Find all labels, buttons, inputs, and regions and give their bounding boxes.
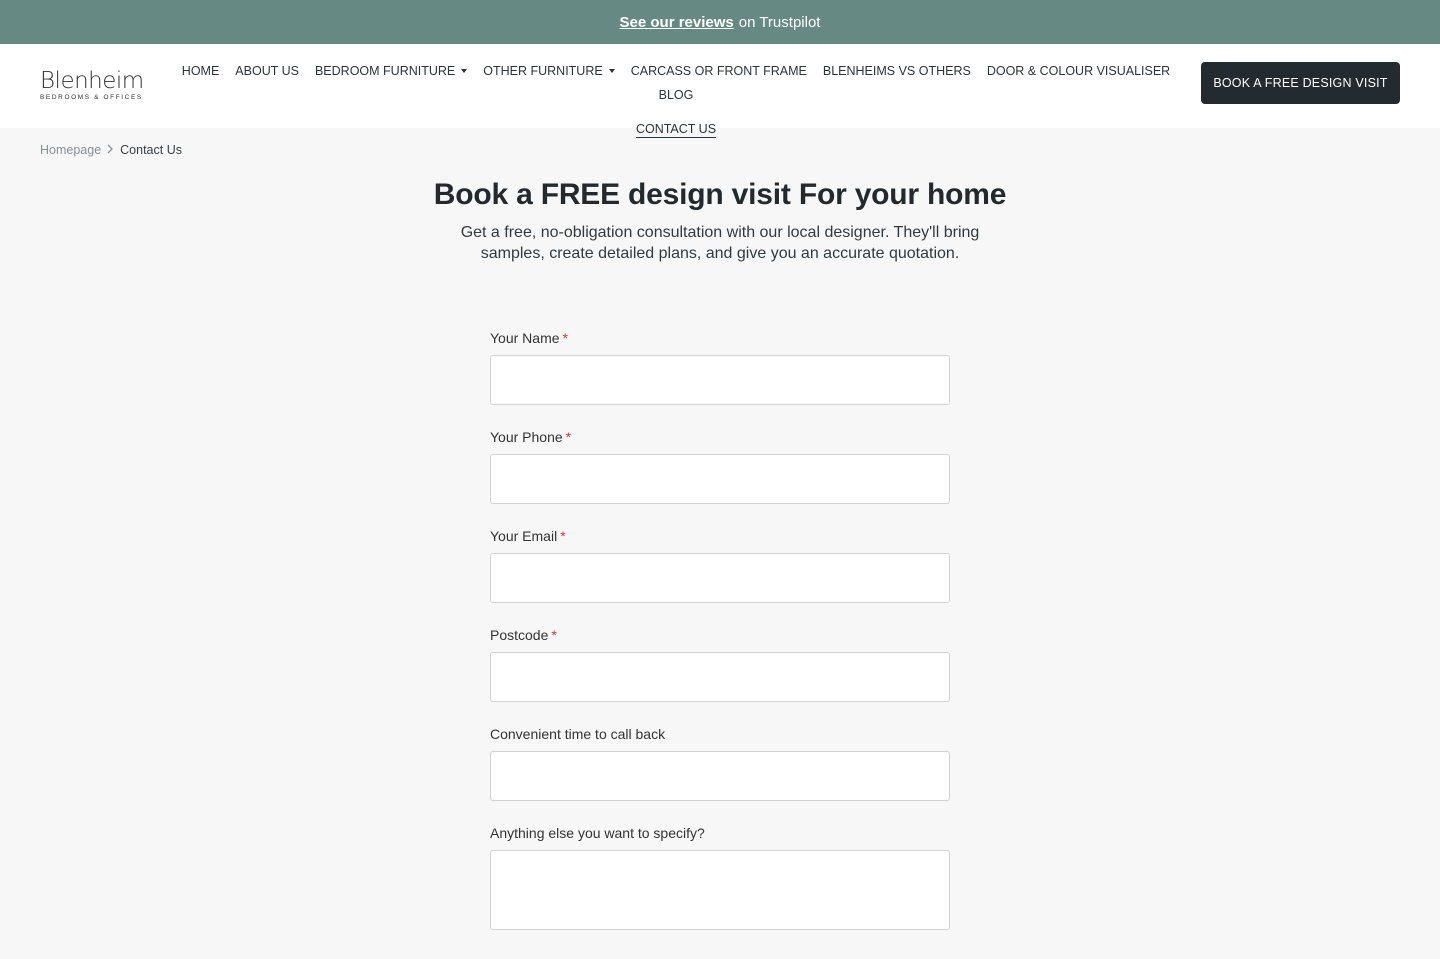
nav-item-about-us[interactable]: ABOUT US — [235, 64, 299, 78]
callback-time-field-group: Convenient time to call back — [490, 726, 950, 801]
breadcrumb-current: Contact Us — [120, 143, 182, 157]
callback-time-label: Convenient time to call back — [490, 726, 666, 742]
phone-label: Your Phone * — [490, 429, 950, 445]
logo-wordmark: Blenheim — [40, 68, 144, 94]
nav-label: OTHER FURNITURE — [483, 64, 603, 78]
name-input[interactable] — [490, 355, 950, 405]
email-input[interactable] — [490, 553, 950, 603]
blenheim-logo[interactable]: Blenheim BEDROOMS & OFFICES — [40, 70, 144, 102]
nav-item-bedroom-furniture[interactable]: BEDROOM FURNITURE — [314, 64, 468, 78]
email-label: Your Email * — [490, 528, 950, 544]
nav-item-blenheims-vs-others[interactable]: BLENHEIMS VS OTHERS — [823, 64, 971, 78]
site-header: Blenheim BEDROOMS & OFFICES HOME ABOUT U… — [0, 44, 1440, 138]
name-field-group: Your Name * — [490, 330, 950, 405]
see-reviews-link[interactable]: See our reviews — [620, 14, 734, 31]
nav-item-door-colour-visualiser[interactable]: DOOR & COLOUR VISUALISER — [987, 64, 1170, 78]
breadcrumb-home-link[interactable]: Homepage — [40, 143, 101, 157]
notes-textarea[interactable] — [490, 850, 950, 930]
required-marker: * — [560, 528, 566, 544]
nav-label: BEDROOM FURNITURE — [314, 64, 456, 78]
required-marker: * — [562, 330, 568, 346]
postcode-field-group: Postcode * — [490, 627, 950, 702]
nav-label: CONTACT US — [635, 122, 717, 136]
label-text: Your Phone — [490, 429, 563, 445]
required-marker: * — [565, 429, 572, 445]
nav-label: CARCASS OR FRONT FRAME — [630, 64, 807, 78]
page-title: Book a FREE design visit For your home — [433, 178, 1007, 211]
chevron-right-icon — [107, 144, 114, 157]
required-marker: * — [551, 627, 557, 643]
nav-item-contact-us[interactable]: CONTACT US — [635, 122, 717, 138]
nav-label: BLOG — [658, 88, 694, 102]
nav-label: BLENHEIMS VS OTHERS — [822, 64, 971, 78]
trustpilot-banner: See our reviews on Trustpilot — [0, 0, 1440, 44]
phone-input[interactable] — [490, 454, 950, 504]
label-text: Your Name — [490, 330, 560, 346]
trustpilot-suffix: on Trustpilot — [738, 13, 821, 31]
page-subtitle: Get a free, no-obligation consultation w… — [460, 224, 980, 262]
caret-down-icon — [608, 69, 615, 73]
name-label: Your Name * — [490, 330, 950, 346]
email-field-group: Your Email * — [490, 528, 950, 603]
nav-item-carcass-or-front-frame[interactable]: CARCASS OR FRONT FRAME — [631, 64, 807, 78]
nav-label: HOME — [181, 64, 220, 78]
label-text: Postcode — [490, 627, 549, 643]
notes-field-group: Anything else you want to specify? — [490, 825, 950, 935]
notes-label: Anything else you want to specify? — [490, 825, 705, 841]
phone-field-group: Your Phone * — [490, 429, 950, 504]
logo-tagline: BEDROOMS & OFFICES — [40, 94, 143, 101]
nav-item-other-furniture[interactable]: OTHER FURNITURE — [483, 64, 615, 78]
nav-item-blog[interactable]: BLOG — [659, 88, 694, 102]
nav-item-home[interactable]: HOME — [182, 64, 220, 78]
hero-section: Book a FREE design visit For your home G… — [0, 178, 1440, 264]
nav-label: DOOR & COLOUR VISUALISER — [986, 64, 1171, 78]
label-text: Your Email — [490, 528, 558, 544]
callback-time-input[interactable] — [490, 751, 950, 801]
book-design-visit-button[interactable]: BOOK A FREE DESIGN VISIT — [1201, 62, 1400, 104]
postcode-input[interactable] — [490, 652, 950, 702]
breadcrumb: Homepage Contact Us — [40, 143, 182, 157]
postcode-label: Postcode * — [490, 627, 950, 643]
caret-down-icon — [461, 69, 468, 73]
design-visit-form: Your Name * Your Phone * Your Email * Postc… — [490, 330, 950, 959]
nav-label: ABOUT US — [235, 64, 299, 78]
main-nav: HOME ABOUT US BEDROOM FURNITURE OTHER FU… — [176, 64, 1176, 138]
